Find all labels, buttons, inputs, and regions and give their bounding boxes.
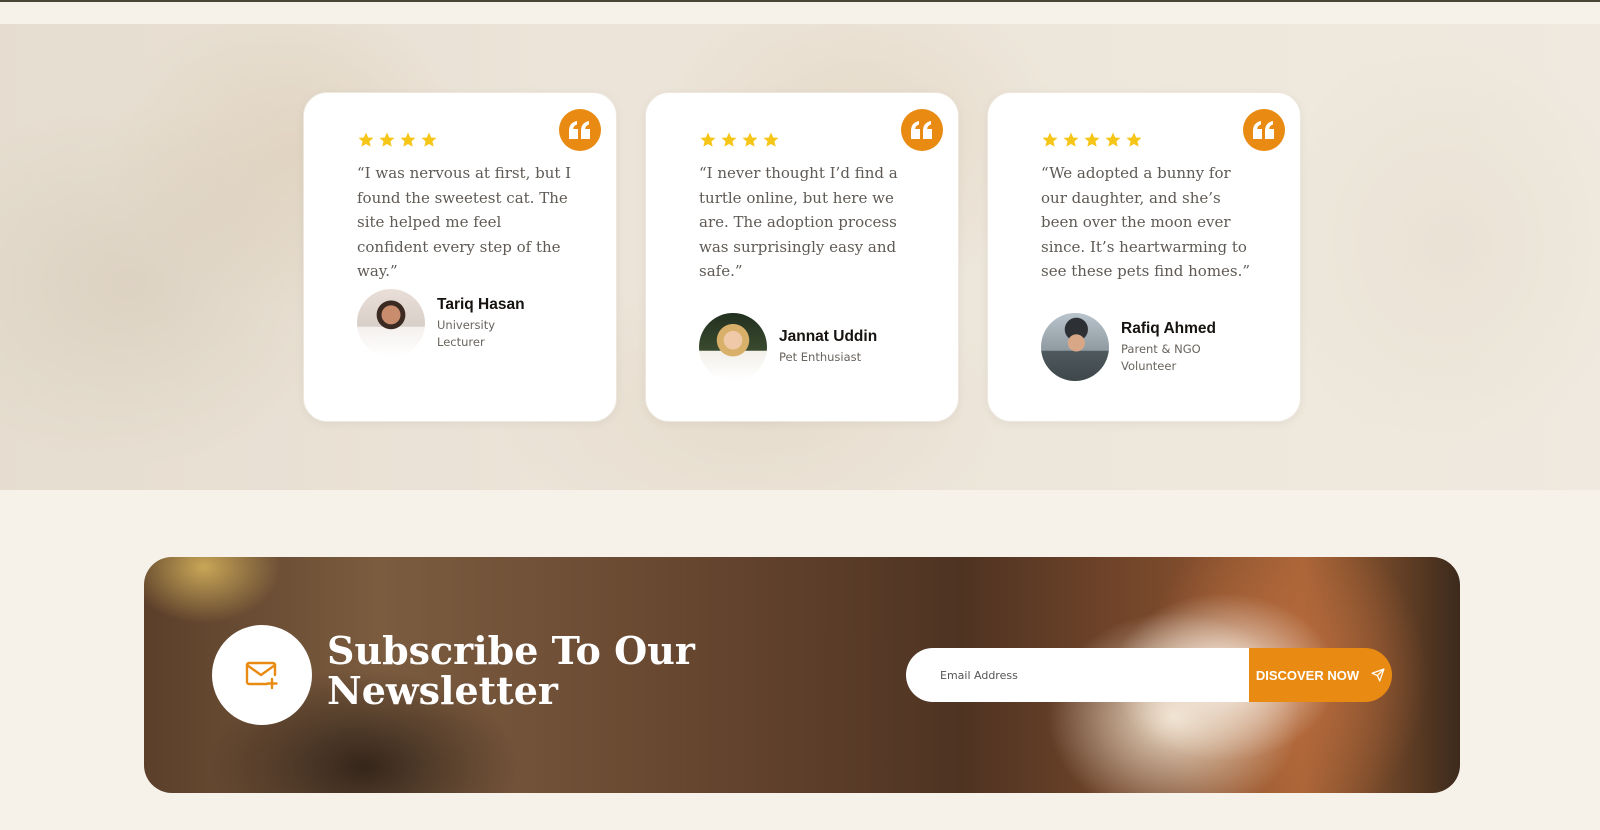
discover-now-button[interactable]: DISCOVER NOW [1249, 648, 1392, 702]
newsletter-banner: Subscribe To Our Newsletter DISCOVER NOW [144, 557, 1460, 793]
author-role: Pet Enthusiast [779, 350, 862, 365]
testimonial-author: Tariq Hasan University Lecturer [357, 289, 537, 357]
star-icon [1063, 132, 1079, 147]
author-name: Rafiq Ahmed [1121, 320, 1217, 337]
author-name: Jannat Uddin [779, 328, 878, 346]
star-rating [1041, 131, 1143, 149]
avatar [699, 313, 767, 381]
testimonial-card: “I never thought I’d find a turtle onlin… [645, 92, 959, 422]
avatar [1041, 313, 1109, 381]
testimonials-section: “I was nervous at first, but I found the… [0, 24, 1600, 490]
author-role: University Lecturer [437, 318, 496, 349]
testimonial-card: “We adopted a bunny for our daughter, an… [987, 92, 1301, 422]
discover-now-label: DISCOVER NOW [1255, 667, 1360, 683]
star-icon [700, 132, 716, 147]
author-name: Tariq Hasan [437, 296, 525, 313]
star-icon [358, 132, 374, 147]
testimonial-quote: “I was nervous at first, but I found the… [357, 164, 572, 280]
email-input[interactable] [906, 648, 1249, 702]
star-icon [721, 132, 737, 147]
mail-plus-icon [212, 625, 312, 725]
star-icon [763, 132, 779, 147]
star-icon [1126, 132, 1142, 147]
star-icon [1042, 132, 1058, 147]
quote-icon [559, 109, 601, 151]
top-strip [0, 2, 1600, 24]
testimonial-author: Jannat Uddin Pet Enthusiast [699, 313, 879, 381]
star-rating [357, 131, 438, 149]
quote-icon [1243, 109, 1285, 151]
newsletter-title: Subscribe To Our Newsletter [327, 628, 695, 713]
star-icon [400, 132, 416, 147]
testimonial-quote: “I never thought I’d find a turtle onlin… [699, 164, 898, 280]
star-icon [379, 132, 395, 147]
testimonial-card: “I was nervous at first, but I found the… [303, 92, 617, 422]
send-icon [1371, 668, 1385, 682]
newsletter-form: DISCOVER NOW [906, 648, 1392, 702]
star-icon [1084, 132, 1100, 147]
star-rating [699, 131, 780, 149]
testimonial-quote: “We adopted a bunny for our daughter, an… [1041, 164, 1251, 280]
quote-icon [901, 109, 943, 151]
star-icon [1105, 132, 1121, 147]
testimonial-author: Rafiq Ahmed Parent & NGO Volunteer [1041, 313, 1221, 381]
star-icon [421, 132, 437, 147]
avatar [357, 289, 425, 357]
star-icon [742, 132, 758, 147]
author-role: Parent & NGO Volunteer [1121, 342, 1201, 373]
